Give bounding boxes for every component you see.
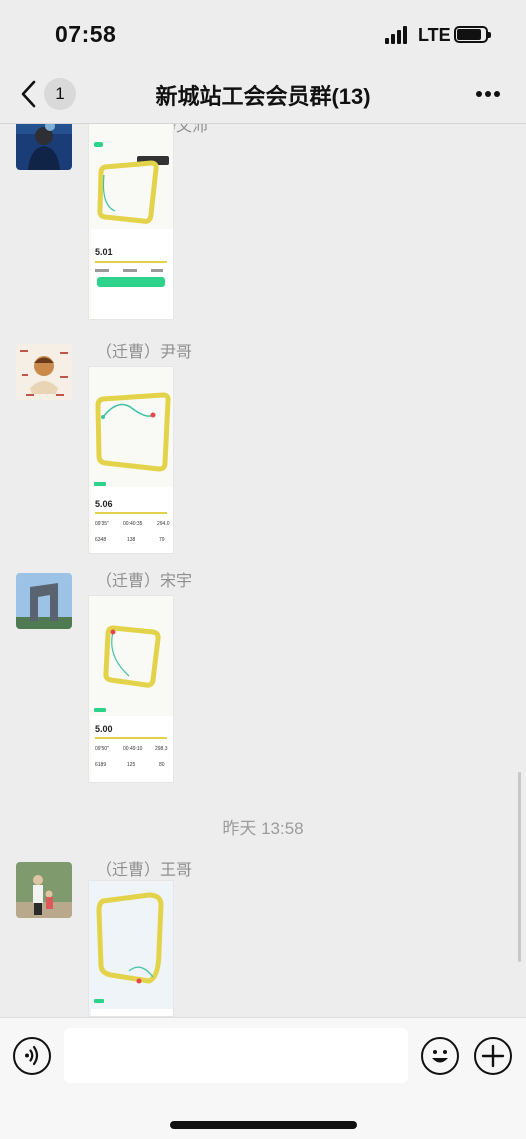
scrollbar[interactable] <box>518 772 521 962</box>
shot-time: 00:40:35 <box>123 521 143 527</box>
shot-time: 00:49:10 <box>123 746 143 752</box>
chat-screen: 07:58 LTE 1 新城站工会会员群(13) （迁曹）静 <box>0 0 526 1139</box>
shot-pace: 09'50" <box>95 746 109 752</box>
shot-stride: 80 <box>159 762 165 768</box>
avatar[interactable] <box>16 124 72 170</box>
nav-bar: 1 新城站工会会员群(13) <box>0 66 526 124</box>
shot-pace: 09'35" <box>95 521 109 527</box>
chat-title: 新城站工会会员群(13) <box>155 84 371 109</box>
shot-cadence: 125 <box>127 762 136 768</box>
battery-level <box>457 29 481 40</box>
image-message[interactable]: 5.00 09'50" 00:49:10 298.3 6189 125 80 <box>88 595 174 783</box>
shot-steps: 6189 <box>95 762 106 768</box>
signal-icon <box>385 26 411 44</box>
shot-distance: 5.00 <box>95 724 113 734</box>
shot-steps: 6348 <box>95 537 106 543</box>
shot-stride: 79 <box>159 537 165 543</box>
shot-distance: 5.06 <box>95 499 113 509</box>
message-list[interactable]: （迁曹）静文沛 5.01 <box>0 124 526 1017</box>
plus-icon <box>481 1044 505 1068</box>
voice-button[interactable] <box>13 1037 51 1075</box>
voice-icon <box>25 1045 39 1066</box>
image-message[interactable]: 5.06 09'35" 00:40:35 294.0 6348 138 79 <box>88 366 174 554</box>
shot-calories: 294.0 <box>157 521 170 527</box>
input-bar <box>0 1017 526 1139</box>
image-message[interactable] <box>88 880 174 1017</box>
avatar[interactable] <box>16 573 72 629</box>
more-horizontal-icon <box>476 91 482 97</box>
status-bar: 07:58 LTE <box>0 0 526 66</box>
avatar[interactable] <box>16 862 72 918</box>
plus-button[interactable] <box>474 1037 512 1075</box>
sender-name: （迁曹）王哥 <box>96 862 193 879</box>
message-input[interactable] <box>64 1028 408 1083</box>
shot-calories: 298.3 <box>155 746 168 752</box>
carrier-label: LTE <box>418 25 451 45</box>
shot-distance: 5.01 <box>95 247 113 257</box>
image-message[interactable]: 5.01 <box>88 124 174 320</box>
home-indicator[interactable] <box>170 1121 357 1129</box>
avatar[interactable] <box>16 344 72 400</box>
emoji-icon <box>432 1050 448 1063</box>
status-time: 07:58 <box>55 21 117 47</box>
sender-name: （迁曹）宋宇 <box>96 573 193 590</box>
more-button[interactable] <box>470 86 506 102</box>
shot-cadence: 138 <box>127 537 136 543</box>
emoji-button[interactable] <box>421 1037 459 1075</box>
battery-icon <box>454 26 491 43</box>
sender-name: （迁曹）尹哥 <box>96 344 193 361</box>
time-divider: 昨天 13:58 <box>222 819 304 838</box>
